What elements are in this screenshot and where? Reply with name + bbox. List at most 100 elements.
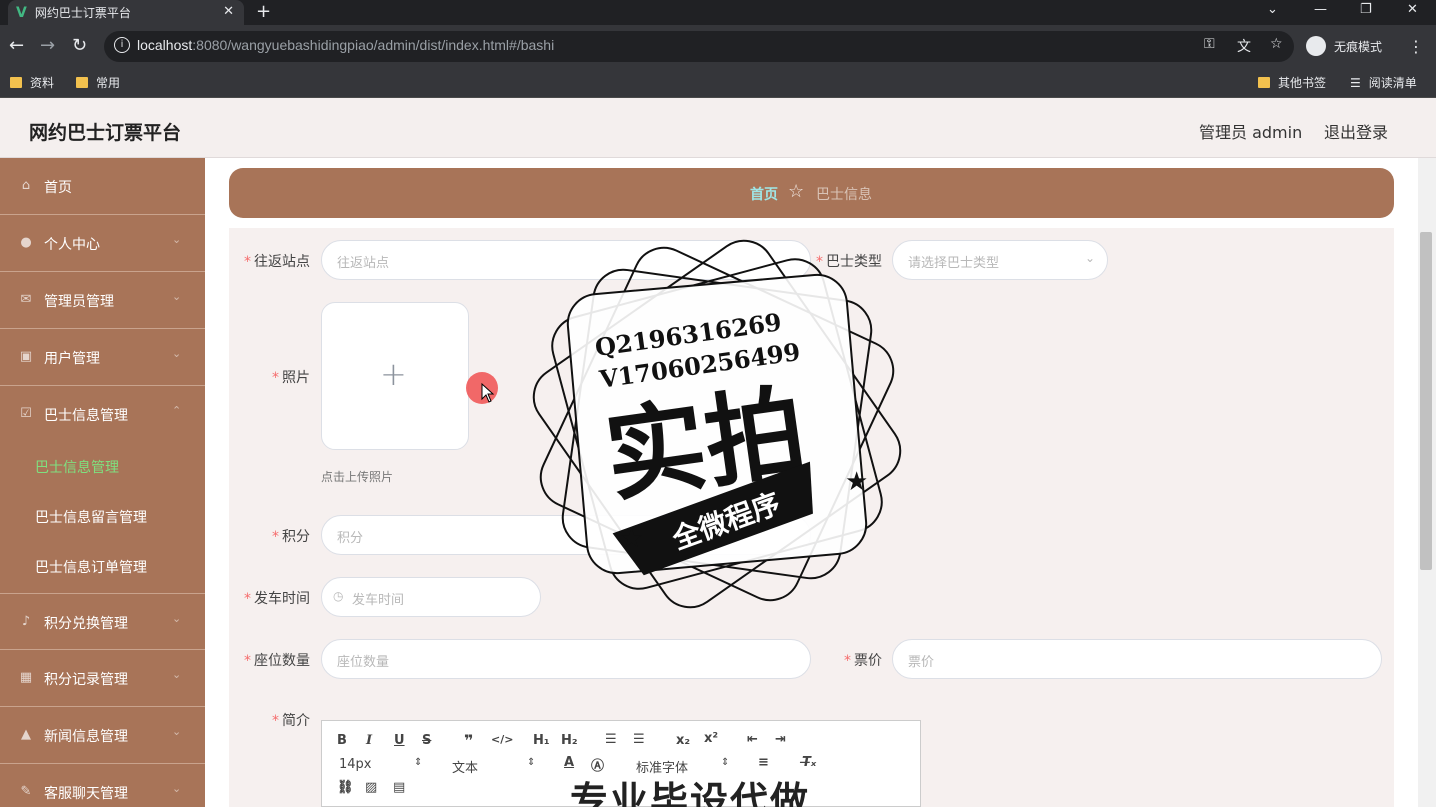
blockquote-icon[interactable]: ❞ xyxy=(464,731,473,750)
sidebar-item-home[interactable]: ⌂ 首页 xyxy=(0,158,205,215)
seats-input[interactable]: 座位数量 xyxy=(321,639,811,679)
new-tab-icon[interactable]: + xyxy=(256,1,271,22)
document-icon: ▣ xyxy=(19,349,33,364)
incognito-indicator[interactable]: 无痕模式 xyxy=(1306,36,1382,56)
bullet-list-icon[interactable]: ☰ xyxy=(633,732,645,747)
close-icon[interactable]: ✕ xyxy=(223,4,234,19)
sidebar-item-news[interactable]: ▲ 新闻信息管理 ⌄ xyxy=(0,707,205,764)
bookmark-folder[interactable]: 常用 xyxy=(76,74,120,91)
intro-label: * 简介 xyxy=(272,713,310,729)
strike-icon[interactable]: S xyxy=(422,733,431,748)
chevron-updown-icon: ⇕ xyxy=(414,757,423,768)
clear-format-icon[interactable]: T̶ₓ xyxy=(802,755,816,770)
reading-list[interactable]: ☰ 阅读清单 xyxy=(1350,74,1417,91)
seats-label: * 座位数量 xyxy=(244,653,310,669)
info-icon[interactable]: i xyxy=(114,37,130,53)
menu-icon[interactable]: ⋮ xyxy=(1408,37,1424,56)
app-title: 网约巴士订票平台 xyxy=(29,122,182,144)
user-icon: ● xyxy=(20,235,32,250)
watermark-bottom-text: 专业毕设代做 xyxy=(570,779,811,807)
logout-link[interactable]: 退出登录 xyxy=(1324,119,1388,143)
bold-icon[interactable]: B xyxy=(337,733,347,748)
sidebar-item-profile[interactable]: ● 个人中心 ⌄ xyxy=(0,215,205,272)
browser-tab-strip: V 网约巴士订票平台 ✕ + ⌄ — ❐ ✕ xyxy=(0,0,1436,25)
chevron-down-icon: ⌄ xyxy=(172,782,182,795)
chevron-down-icon: ⌄ xyxy=(172,725,182,738)
image-icon[interactable]: ▨ xyxy=(365,780,377,795)
superscript-icon[interactable]: x² xyxy=(704,731,718,746)
underline-icon[interactable]: U xyxy=(394,733,405,748)
mail-icon: ✉ xyxy=(20,292,32,307)
price-input[interactable]: 票价 xyxy=(892,639,1382,679)
address-bar: ← → ↻ i localhost:8080/wangyuebashidingp… xyxy=(0,25,1436,68)
points-label: * 积分 xyxy=(272,529,310,545)
key-icon[interactable]: ⚿ xyxy=(1204,36,1215,52)
star-icon: ★ xyxy=(845,467,868,497)
bookmark-folder[interactable]: 资料 xyxy=(10,74,54,91)
chevron-down-icon: ⌄ xyxy=(172,290,182,303)
subscript-icon[interactable]: x₂ xyxy=(676,733,690,748)
code-icon[interactable]: </> xyxy=(491,733,513,746)
forward-icon[interactable]: → xyxy=(40,35,55,56)
browser-tab[interactable]: V 网约巴士订票平台 ✕ xyxy=(8,0,244,25)
chevron-updown-icon: ⇕ xyxy=(721,757,730,768)
header2-icon[interactable]: H₂ xyxy=(561,733,578,748)
sidebar-item-admins[interactable]: ✉ 管理员管理 ⌄ xyxy=(0,272,205,329)
sidebar-item-points-records[interactable]: ▦ 积分记录管理 ⌄ xyxy=(0,650,205,707)
mouse-pointer-icon xyxy=(481,382,495,403)
tab-title: 网约巴士订票平台 xyxy=(34,6,131,20)
indent-icon[interactable]: ⇥ xyxy=(775,732,786,747)
upload-tip: 点击上传照片 xyxy=(321,470,394,484)
chat-icon: ✎ xyxy=(20,784,32,799)
sidebar: ⌂ 首页 ● 个人中心 ⌄ ✉ 管理员管理 ⌄ ▣ 用户管理 ⌄ ☑ 巴士信息管… xyxy=(0,158,205,807)
check-icon: ☑ xyxy=(20,406,32,421)
scrollbar-thumb[interactable] xyxy=(1420,232,1432,570)
font-color-icon[interactable]: A xyxy=(564,755,574,770)
window-close-icon[interactable]: ✕ xyxy=(1407,2,1418,17)
block-type-select[interactable]: 文本 xyxy=(452,757,478,776)
photo-label: * 照片 xyxy=(272,370,310,386)
chevron-down-icon: ⌄ xyxy=(172,668,182,681)
minimize-icon[interactable]: — xyxy=(1314,2,1327,17)
admin-name: 管理员 admin xyxy=(1199,123,1303,142)
header1-icon[interactable]: H₁ xyxy=(533,733,550,748)
link-icon[interactable]: ⛓ xyxy=(337,780,354,795)
align-icon[interactable]: ≡ xyxy=(758,755,769,770)
outdent-icon[interactable]: ⇤ xyxy=(747,732,758,747)
chevron-down-icon: ⌄ xyxy=(172,612,182,625)
reload-icon[interactable]: ↻ xyxy=(72,35,87,56)
incognito-icon xyxy=(1306,36,1326,56)
chevron-down-icon: ⌄ xyxy=(1084,251,1095,265)
ordered-list-icon[interactable]: ☰ xyxy=(605,732,617,747)
video-icon[interactable]: ▤ xyxy=(393,780,405,795)
star-icon[interactable]: ☆ xyxy=(1270,36,1283,52)
star-icon: ★ xyxy=(620,524,643,554)
sidebar-subitem-bus-messages[interactable]: 巴士信息留言管理 xyxy=(35,507,147,527)
sidebar-item-bus[interactable]: ☑ 巴士信息管理 ⌃ xyxy=(0,386,205,443)
folder-icon xyxy=(76,77,88,88)
url-field[interactable]: i localhost:8080/wangyuebashidingpiao/ad… xyxy=(104,31,1294,62)
plus-icon: + xyxy=(380,355,407,393)
chevron-down-icon: ⌄ xyxy=(172,347,182,360)
breadcrumb-home[interactable]: 首页 xyxy=(750,184,778,204)
home-icon: ⌂ xyxy=(21,178,31,193)
restore-icon[interactable]: ❐ xyxy=(1360,2,1372,17)
clock-icon: ◷ xyxy=(333,589,344,603)
sidebar-item-users[interactable]: ▣ 用户管理 ⌄ xyxy=(0,329,205,386)
back-icon[interactable]: ← xyxy=(9,35,24,56)
tab-search-icon[interactable]: ⌄ xyxy=(1267,2,1278,17)
sidebar-item-chat[interactable]: ✎ 客服聊天管理 ⌄ xyxy=(0,764,205,807)
translate-icon[interactable]: 文 xyxy=(1237,36,1251,56)
italic-icon[interactable]: I xyxy=(366,733,372,748)
station-label: * 往返站点 xyxy=(244,254,310,270)
sidebar-subitem-bus-info[interactable]: 巴士信息管理 xyxy=(35,457,119,477)
bus-type-select[interactable]: 请选择巴士类型 ⌄ xyxy=(892,240,1108,280)
depart-time-picker[interactable]: ◷ 发车时间 xyxy=(321,577,541,617)
sidebar-subitem-bus-orders[interactable]: 巴士信息订单管理 xyxy=(35,557,147,577)
sidebar-item-points-exchange[interactable]: ♪ 积分兑换管理 ⌄ xyxy=(0,593,205,650)
grid-icon: ▦ xyxy=(19,670,33,685)
reading-list-icon: ☰ xyxy=(1350,75,1361,90)
font-size-select[interactable]: 14px xyxy=(339,757,372,772)
other-bookmarks[interactable]: 其他书签 xyxy=(1258,74,1326,91)
photo-uploader[interactable]: + xyxy=(321,302,469,450)
